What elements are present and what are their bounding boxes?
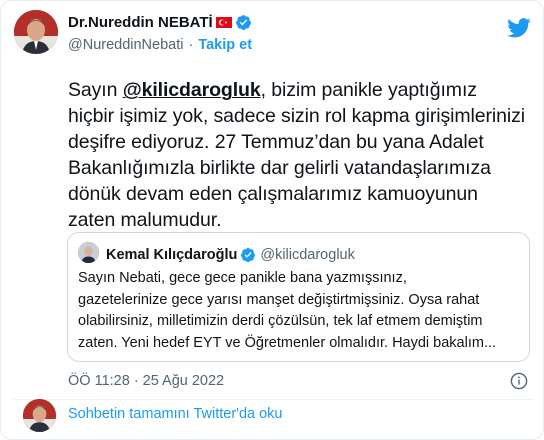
- quoted-tweet-text: Sayın Nebati, gece gece panikle bana yaz…: [78, 270, 497, 351]
- quoted-author-avatar: [78, 242, 99, 263]
- author-handle-row: @NureddinNebati · Takip et: [68, 36, 252, 54]
- tweet-text-prefix: Sayın: [68, 79, 123, 101]
- footer-author-avatar: [23, 399, 56, 432]
- info-icon[interactable]: [510, 372, 528, 390]
- footer-divider: [13, 399, 533, 400]
- embedded-tweet-card: Dr.Nureddin NEBATİ @NureddinNebati · Tak…: [0, 0, 544, 440]
- tweet-body: Sayın @kilicdarogluk, bizim panikle yapt…: [68, 77, 528, 233]
- quoted-author-name: Kemal Kılıçdaroğlu: [106, 247, 238, 263]
- turkey-flag-icon: [215, 17, 232, 28]
- read-conversation-link[interactable]: Sohbetin tamamını Twitter'da oku: [68, 406, 282, 422]
- author-name-row: Dr.Nureddin NEBATİ: [68, 12, 252, 33]
- quoted-tweet-header: Kemal Kılıçdaroğlu @kilicdarogluk: [106, 245, 355, 265]
- verified-badge-icon: [241, 248, 256, 263]
- footer-avatar-image: [23, 399, 56, 432]
- quoted-author-handle: @kilicdarogluk: [260, 247, 355, 263]
- verified-badge-icon: [235, 15, 251, 31]
- author-avatar-image: [14, 10, 58, 54]
- author-display-name[interactable]: Dr.Nureddin NEBATİ: [68, 14, 213, 31]
- quoted-avatar-image: [78, 242, 99, 263]
- twitter-bird-icon[interactable]: [507, 18, 531, 38]
- follow-button[interactable]: Takip et: [198, 37, 252, 53]
- tweet-text-body: , bizim panikle yaptığımız hiçbir işimiz…: [68, 79, 526, 231]
- author-handle[interactable]: @NureddinNebati: [68, 37, 183, 53]
- quoted-tweet[interactable]: Kemal Kılıçdaroğlu @kilicdarogluk Sayın …: [67, 232, 530, 362]
- separator-dot: ·: [188, 37, 194, 53]
- author-avatar[interactable]: [14, 10, 58, 54]
- tweet-timestamp[interactable]: ÖÖ 11:28 · 25 Ağu 2022: [68, 373, 224, 389]
- tweet-author: Dr.Nureddin NEBATİ @NureddinNebati · Tak…: [68, 12, 252, 54]
- mention-link[interactable]: @kilicdarogluk: [123, 79, 261, 101]
